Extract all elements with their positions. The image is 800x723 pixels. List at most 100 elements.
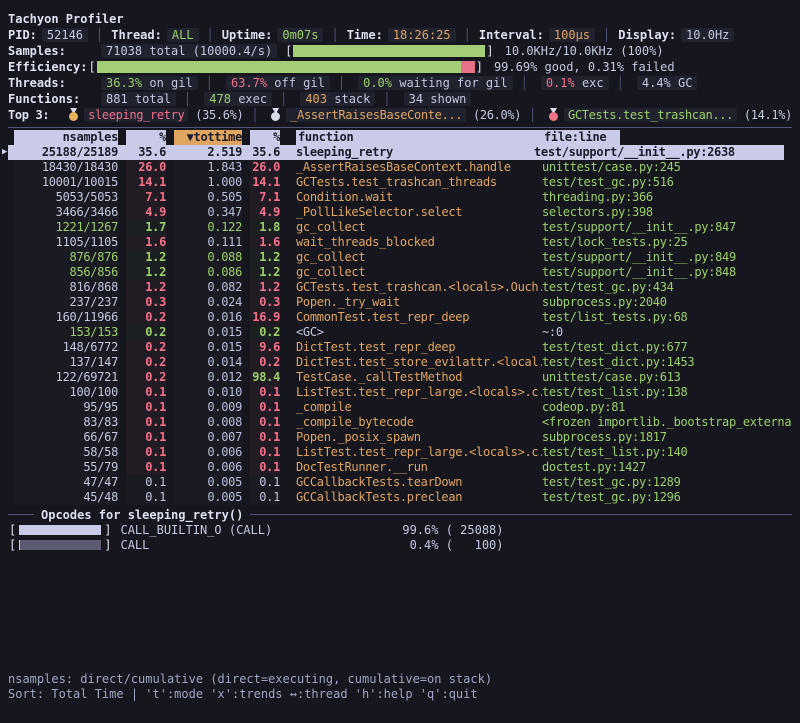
cell-tottime: 0.024 [174, 295, 242, 310]
cell-tottime: 0.016 [174, 310, 242, 325]
bracket-close: ] [104, 523, 111, 537]
cell-tottime: 2.519 [174, 145, 242, 160]
separator: │ [521, 76, 528, 90]
table-row[interactable]: 5053/50537.10.5057.1Condition.waitthread… [8, 190, 792, 205]
functions-stat-text: stack [327, 92, 370, 106]
footer-help-nsamples: nsamples: direct/cumulative (direct=exec… [8, 672, 492, 687]
separator: │ [464, 28, 471, 42]
opcodes-list: []CALL_BUILTIN_O (CALL)99.6% ( 25088)[]C… [8, 522, 792, 552]
top3-label: Top 3: [8, 108, 64, 122]
threads-stat-value: 36.3% [106, 76, 142, 90]
threads-stats: 36.3% on gil│63.7% off gil│0.0% waiting … [96, 76, 697, 90]
table-row[interactable]: 58/580.10.0060.1ListTest.test_repr_large… [8, 445, 792, 460]
cell-tottime: 0.007 [174, 430, 242, 445]
display-label: Display: [618, 28, 676, 42]
separator: │ [383, 92, 390, 106]
cell-function: _compile_bytecode [280, 415, 542, 430]
cell-tottime: 0.006 [174, 460, 242, 475]
cell-pct-cumulative: 1.2 [250, 280, 280, 295]
bronze-medal-icon [549, 108, 558, 121]
threads-stat: 63.7% off gil [226, 76, 330, 90]
cell-function: sleeping_retry [280, 145, 534, 160]
top3-function-name: _AssertRaisesBaseConte... [286, 108, 466, 122]
cell-fileline: subprocess.py:2040 [542, 295, 792, 310]
top3-function-pct: (35.6%) [188, 108, 243, 122]
gold-medal-icon [69, 108, 78, 121]
cell-tottime: 0.015 [174, 340, 242, 355]
table-row[interactable]: 148/67720.20.0159.6DictTest.test_repr_de… [8, 340, 792, 355]
table-row[interactable]: 55/790.10.0060.1DocTestRunner.__rundocte… [8, 460, 792, 475]
functions-stat-text: total [128, 92, 171, 106]
cell-nsamples: 153/153 [14, 325, 118, 340]
cell-pct-cumulative: 0.1 [250, 415, 280, 430]
column-header-fileline[interactable]: file:line [542, 130, 792, 145]
table-row[interactable]: 856/8561.20.0861.2gc_collecttest/support… [8, 265, 792, 280]
cell-function: GCTests.test_trashcan.<locals>.Ouch... [280, 280, 542, 295]
functions-stat-value: 478 [209, 92, 231, 106]
table-row[interactable]: 122/697210.20.01298.4TestCase._callTestM… [8, 370, 792, 385]
cell-nsamples: 47/47 [14, 475, 118, 490]
column-header-function[interactable]: function [280, 130, 542, 145]
table-row[interactable]: 18430/1843026.01.84326.0_AssertRaisesBas… [8, 160, 792, 175]
threads-stat: 0.1% exc [541, 76, 609, 90]
table-row[interactable]: 876/8761.20.0881.2gc_collecttest/support… [8, 250, 792, 265]
medal-disc [549, 112, 558, 121]
table-row[interactable]: 237/2370.30.0240.3Popen._try_waitsubproc… [8, 295, 792, 310]
table-row[interactable]: 47/470.10.0050.1GCCallbackTests.tearDown… [8, 475, 792, 490]
cell-function: gc_collect [280, 220, 542, 235]
cell-fileline: test/test_gc.py:1289 [542, 475, 792, 490]
cell-function: wait_threads_blocked [280, 235, 542, 250]
table-row[interactable]: 45/480.10.0050.1GCCallbackTests.preclean… [8, 490, 792, 505]
separator: │ [206, 76, 213, 90]
cell-pct-cumulative: 0.2 [250, 355, 280, 370]
cell-pct-cumulative: 7.1 [250, 190, 280, 205]
column-header-pct-direct[interactable]: % [126, 130, 166, 145]
threads-stat-text: exc [575, 76, 604, 90]
table-row[interactable]: ▶25188/2518935.62.51935.6sleeping_retryt… [8, 145, 784, 160]
horizontal-rule [8, 127, 792, 128]
functions-table: nsamples % ▼tottime % function file:line… [8, 130, 792, 505]
table-row[interactable]: 160/119660.20.01616.9CommonTest.test_rep… [8, 310, 792, 325]
table-row[interactable]: 10001/1001514.11.00014.1GCTests.test_tra… [8, 175, 792, 190]
table-row[interactable]: 816/8681.20.0821.2GCTests.test_trashcan.… [8, 280, 792, 295]
thread-value[interactable]: ALL [167, 28, 199, 42]
functions-stat-value: 34 [409, 92, 423, 106]
samples-rate-bar [293, 45, 485, 57]
cell-function: GCCallbackTests.tearDown [280, 475, 542, 490]
cell-tottime: 0.122 [174, 220, 242, 235]
bracket-open: [ [9, 538, 16, 552]
cell-nsamples: 856/856 [14, 265, 118, 280]
table-row[interactable]: 1221/12671.70.1221.8gc_collecttest/suppo… [8, 220, 792, 235]
table-row[interactable]: 3466/34664.90.3474.9_PollLikeSelector.se… [8, 205, 792, 220]
cell-tottime: 0.347 [174, 205, 242, 220]
opcode-count: ( 100) [438, 538, 503, 552]
cell-pct-direct: 26.0 [126, 160, 166, 175]
column-header-pct-cumulative[interactable]: % [250, 130, 280, 145]
cell-nsamples: 66/67 [14, 430, 118, 445]
top3-entries: sleeping_retry (35.6%)│_AssertRaisesBase… [64, 108, 792, 122]
threads-stat: 4.4% GC [637, 76, 698, 90]
table-row[interactable]: 66/670.10.0070.1Popen._posix_spawnsubpro… [8, 430, 792, 445]
column-header-nsamples[interactable]: nsamples [14, 130, 118, 145]
efficiency-bar-good-fill [97, 61, 462, 73]
cell-pct-cumulative: 0.1 [250, 430, 280, 445]
top3-line: Top 3: sleeping_retry (35.6%)│_AssertRai… [8, 107, 792, 123]
bracket-close: ] [476, 60, 483, 74]
cell-function: GCTests.test_trashcan_threads [280, 175, 542, 190]
opcodes-title: Opcodes for sleeping_retry() [41, 508, 243, 522]
cell-pct-cumulative: 0.1 [250, 385, 280, 400]
functions-stat: 403 stack [300, 92, 375, 106]
functions-stats: 881 total│478 exec│403 stack│34 shown [96, 92, 471, 106]
table-row[interactable]: 137/1470.20.0140.2DictTest.test_store_ev… [8, 355, 792, 370]
table-row[interactable]: 1105/11051.60.1111.6wait_threads_blocked… [8, 235, 792, 250]
table-row[interactable]: 100/1000.10.0100.1ListTest.test_repr_lar… [8, 385, 792, 400]
cell-tottime: 0.010 [174, 385, 242, 400]
threads-stat-value: 0.1% [546, 76, 575, 90]
table-row[interactable]: 83/830.10.0080.1_compile_bytecode<frozen… [8, 415, 792, 430]
silver-medal-icon [271, 108, 280, 121]
table-row[interactable]: 153/1530.20.0150.2<GC>~:0 [8, 325, 792, 340]
table-row[interactable]: 95/950.10.0090.1_compilecodeop.py:81 [8, 400, 792, 415]
cell-pct-cumulative: 0.2 [250, 325, 280, 340]
cell-nsamples: 10001/10015 [14, 175, 118, 190]
column-header-tottime-sorted[interactable]: ▼tottime [174, 130, 242, 145]
